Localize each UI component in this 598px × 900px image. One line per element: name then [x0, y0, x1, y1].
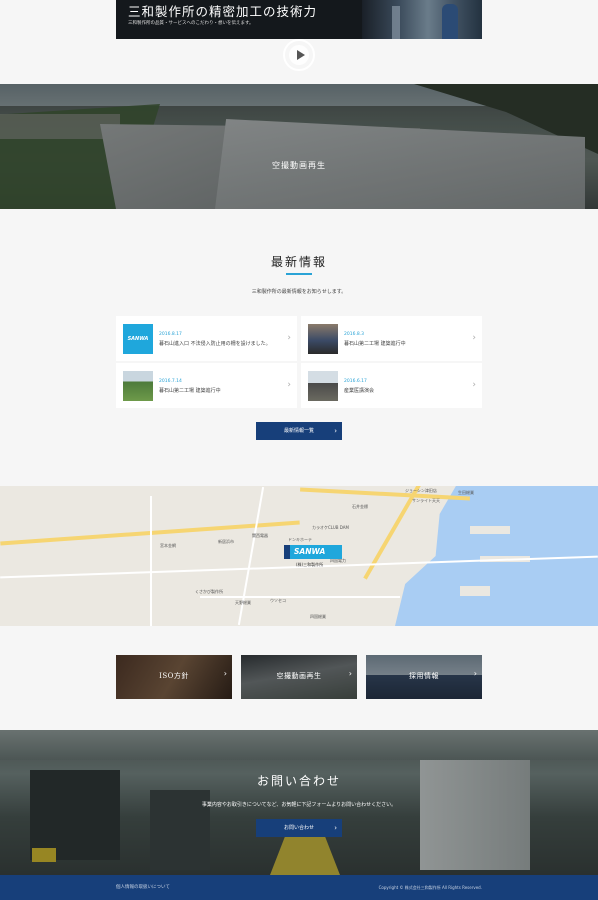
map-label: ジョーシン津田店 — [405, 488, 437, 493]
map-label: くさかび製作所 — [195, 589, 223, 594]
map-label: 宮本金網 — [160, 543, 176, 548]
news-item[interactable]: SANWA 2016.8.17 暮石山進入口 不法侵入防止用の柵を設けました。 … — [116, 316, 297, 361]
heading-underline — [286, 273, 312, 275]
map-label: 関西電器 — [252, 533, 268, 538]
banner-subtitle: 三和製作所の品質・サービスへのこだわり・想いを伝えます。 — [128, 21, 254, 26]
news-list-button-label: 最新情報一覧 — [283, 428, 314, 434]
map-label: 石井金標 — [352, 504, 368, 509]
company-map-pin[interactable]: SANWA — [284, 545, 342, 559]
tile-label: 空撮動画再生 — [276, 672, 322, 680]
news-list: SANWA 2016.8.17 暮石山進入口 不法侵入防止用の柵を設けました。 … — [116, 316, 482, 408]
news-thumbnail — [308, 324, 338, 354]
news-item[interactable]: 2016.7.14 暮石山第二工場 建築進行中 › — [116, 363, 297, 408]
tile-aerial-video[interactable]: 空撮動画再生 › — [241, 655, 357, 699]
news-text: 産業医講演会 — [344, 388, 375, 394]
news-heading: 最新情報 — [270, 255, 327, 269]
map-label: 新居浜市 — [218, 539, 234, 544]
tile-iso-policy[interactable]: ISO方針 › — [116, 655, 232, 699]
sanwa-logo-thumbnail: SANWA — [123, 324, 153, 354]
chevron-right-icon: › — [287, 380, 291, 390]
chevron-right-icon: › — [223, 669, 227, 678]
news-date: 2016.7.14 — [159, 379, 182, 384]
news-text: 暮石山第二工場 建築進行中 — [344, 341, 406, 347]
map-label: サンライト天天 — [412, 498, 440, 503]
chevron-right-icon: › — [334, 824, 337, 832]
news-date: 2016.6.17 — [344, 379, 367, 384]
privacy-policy-link[interactable]: 個人情報の取扱いについて — [116, 884, 170, 890]
contact-button-label: お問い合わせ — [283, 825, 314, 831]
contact-heading: お問い合わせ — [256, 774, 341, 788]
news-thumbnail — [123, 371, 153, 401]
tile-label: 採用情報 — [409, 672, 439, 680]
contact-description: 事業内容やお取引きについてなど、お気軽に下記フォームよりお問い合わせください。 — [201, 802, 397, 808]
map-label: 天野総業 — [235, 600, 251, 605]
news-item[interactable]: 2016.8.3 暮石山第二工場 建築進行中 › — [301, 316, 482, 361]
map-label: ドンキホーテ — [288, 537, 312, 542]
play-icon[interactable] — [283, 39, 315, 71]
map-label: ウソセコ — [270, 598, 286, 603]
news-text: 暮石山第二工場 建築進行中 — [159, 388, 221, 394]
map-label: 生田総業 — [458, 490, 474, 495]
banner-title: 三和製作所の精密加工の技術力 — [128, 4, 318, 19]
chevron-right-icon: › — [473, 669, 477, 678]
factory-photo — [362, 0, 482, 39]
tile-label: ISO方針 — [159, 672, 189, 680]
page: 三和製作所の精密加工の技術力 三和製作所の品質・サービスへのこだわり・想いを伝え… — [0, 0, 598, 900]
news-list-button[interactable]: 最新情報一覧 › — [256, 422, 342, 440]
map-label: 四国総業 — [310, 614, 326, 619]
news-thumbnail — [308, 371, 338, 401]
footer: 個人情報の取扱いについて Copyright © 株式会社三和製作所 All R… — [0, 875, 598, 900]
precision-banner[interactable]: 三和製作所の精密加工の技術力 三和製作所の品質・サービスへのこだわり・想いを伝え… — [116, 0, 482, 39]
chevron-right-icon: › — [287, 333, 291, 343]
news-item[interactable]: 2016.6.17 産業医講演会 › — [301, 363, 482, 408]
news-text: 暮石山進入口 不法侵入防止用の柵を設けました。 — [159, 341, 271, 347]
chevron-right-icon: › — [472, 333, 476, 343]
chevron-right-icon: › — [348, 669, 352, 678]
copyright: Copyright © 株式会社三和製作所 All Rights Reserve… — [378, 885, 482, 890]
chevron-right-icon: › — [472, 380, 476, 390]
chevron-right-icon: › — [334, 427, 337, 435]
tile-recruit[interactable]: 採用情報 › — [366, 655, 482, 699]
news-date: 2016.8.17 — [159, 332, 182, 337]
news-date: 2016.8.3 — [344, 332, 365, 337]
aerial-video-label: 空撮動画再生 — [272, 161, 326, 170]
news-description: 三和製作所の最新情報をお知らせします。 — [251, 289, 347, 295]
map-pin-caption: (株)三和製作所 — [296, 562, 324, 567]
map-label: カラオケCLUB DAM — [312, 525, 349, 530]
aerial-video-banner[interactable] — [0, 84, 598, 209]
contact-button[interactable]: お問い合わせ › — [256, 819, 342, 837]
